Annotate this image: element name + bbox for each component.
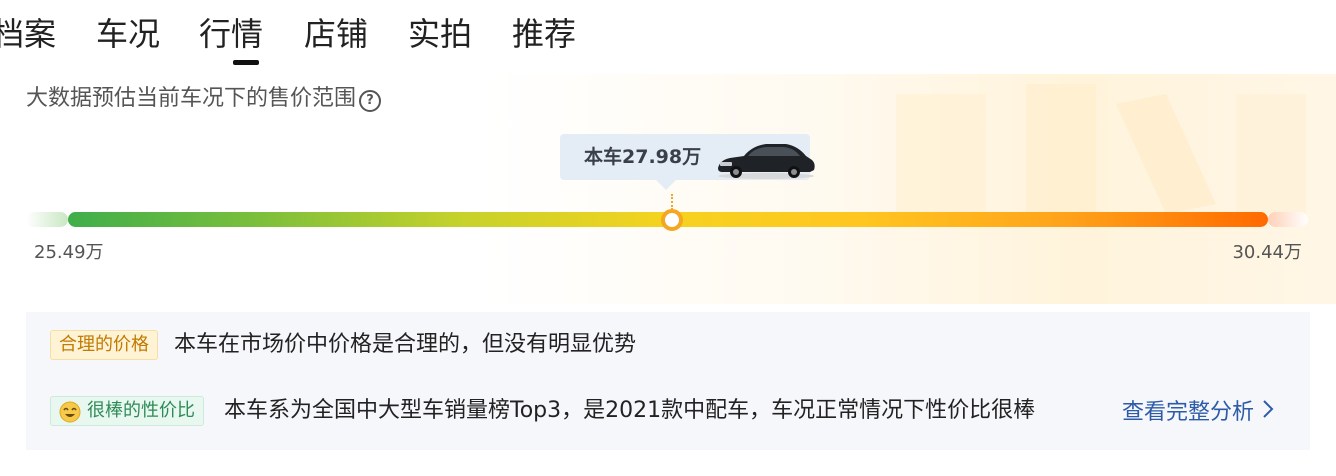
smile-face-icon: [59, 401, 81, 423]
tooltip-arrow: [656, 180, 676, 190]
tab-archive[interactable]: 档案: [0, 12, 56, 56]
price-bar-fade-left: [26, 212, 68, 227]
value-analysis-text: 本车系为全国中大型车销量榜Top3，是2021款中配车，车况正常情况下性价比很棒: [224, 398, 1036, 423]
price-range-title: 大数据预估当前车况下的售价范围?: [26, 82, 382, 116]
price-analysis-text: 本车在市场价中价格是合理的，但没有明显优势: [174, 332, 637, 357]
current-price-label: 本车27.98万: [584, 146, 702, 168]
question-circle-icon[interactable]: ?: [359, 90, 382, 112]
text-fade-overlay: [1056, 390, 1116, 424]
price-bar-fade-right: [1268, 212, 1308, 227]
great-value-tag: 很棒的性价比: [50, 396, 204, 426]
tab-photos[interactable]: 实拍: [408, 12, 472, 56]
background-decoration: [896, 84, 1306, 214]
price-range-title-text: 大数据预估当前车况下的售价范围: [26, 86, 357, 111]
great-value-tag-label: 很棒的性价比: [87, 400, 195, 421]
tab-store[interactable]: 店铺: [304, 12, 368, 56]
view-full-analysis-label: 查看完整分析: [1122, 400, 1255, 425]
reasonable-price-tag: 合理的价格: [50, 330, 158, 360]
tab-condition[interactable]: 车况: [96, 12, 160, 56]
max-price-label: 30.44万: [1232, 242, 1302, 263]
view-full-analysis-link[interactable]: 查看完整分析: [1122, 398, 1274, 428]
tab-recommend[interactable]: 推荐: [512, 12, 576, 56]
price-range-section: 大数据预估当前车况下的售价范围? 本车27.98万 25.49万 30.44万: [26, 74, 1336, 304]
tab-market[interactable]: 行情: [199, 12, 263, 65]
min-price-label: 25.49万: [34, 242, 104, 263]
price-analysis-panel: 合理的价格 本车在市场价中价格是合理的，但没有明显优势 很棒的性价比 本车系为全…: [26, 312, 1310, 450]
marker-connector: [670, 194, 673, 210]
chevron-right-icon: [1263, 400, 1274, 418]
car-photo: [718, 144, 815, 179]
current-price-marker: [660, 209, 683, 231]
